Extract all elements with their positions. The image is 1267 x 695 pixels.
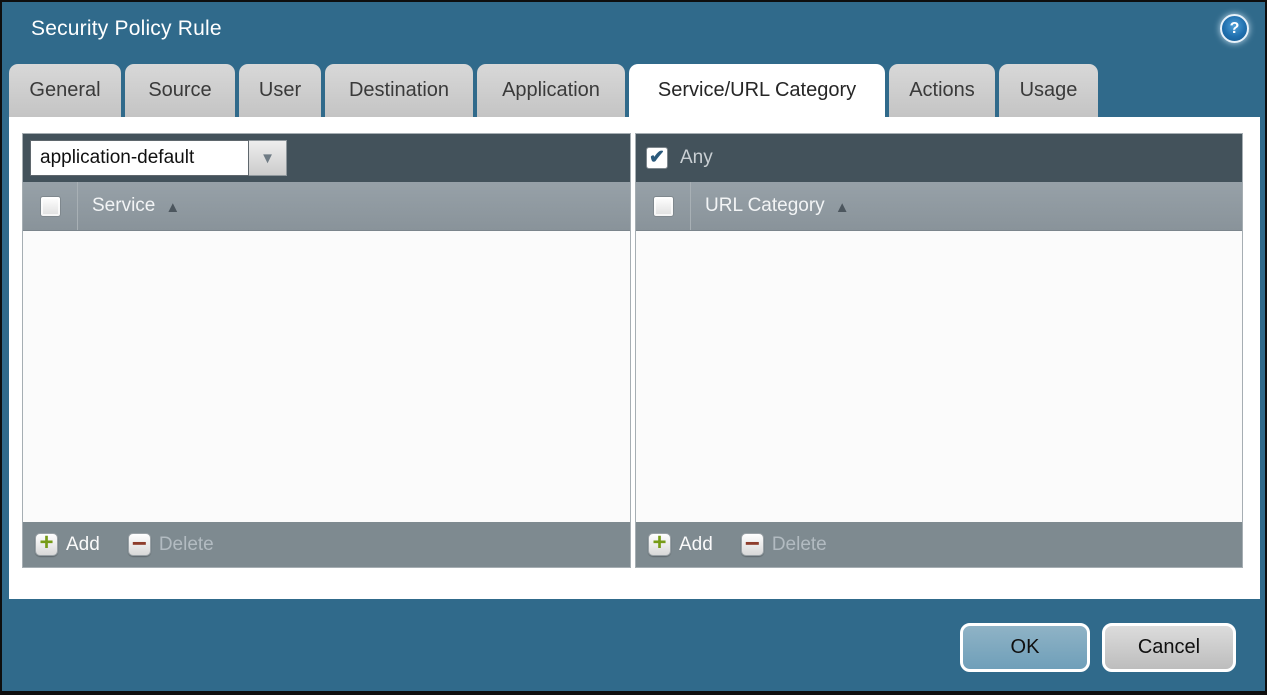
service-list-body[interactable]: [23, 231, 630, 522]
tab-usage[interactable]: Usage: [999, 64, 1098, 117]
url-category-delete-label: Delete: [772, 534, 827, 556]
sort-ascending-icon[interactable]: ▲: [835, 199, 850, 216]
any-checkbox[interactable]: ✔: [646, 147, 668, 169]
any-checkbox-label: Any: [680, 147, 713, 169]
tab-application[interactable]: Application: [477, 64, 625, 117]
question-mark-glyph: ?: [1230, 20, 1240, 38]
service-type-dropdown[interactable]: application-default ▼: [30, 140, 287, 176]
url-category-select-all-checkbox[interactable]: [653, 196, 674, 217]
checkmark-icon: ✔: [649, 148, 665, 167]
service-select-all-cell: [23, 182, 78, 230]
sort-ascending-icon[interactable]: ▲: [165, 199, 180, 216]
url-category-list-body[interactable]: [636, 231, 1242, 522]
url-category-add-button[interactable]: + Add: [648, 533, 713, 556]
delete-minus-icon: −: [741, 533, 764, 556]
service-type-dropdown-value[interactable]: application-default: [30, 140, 249, 176]
tab-user[interactable]: User: [239, 64, 321, 117]
url-category-select-all-cell: [636, 182, 691, 230]
url-category-delete-button[interactable]: − Delete: [741, 533, 827, 556]
url-category-column-label: URL Category: [705, 195, 825, 217]
url-category-add-label: Add: [679, 534, 713, 556]
tab-bar: General Source User Destination Applicat…: [9, 64, 1098, 117]
security-policy-rule-dialog: Security Policy Rule ? General Source Us…: [0, 0, 1267, 695]
add-plus-icon: +: [648, 533, 671, 556]
service-column-header: Service ▲: [23, 182, 630, 231]
url-category-column-header: URL Category ▲: [636, 182, 1242, 231]
tab-actions[interactable]: Actions: [889, 64, 995, 117]
url-category-panel: ✔ Any URL Category ▲ + Add: [635, 133, 1243, 568]
cancel-button[interactable]: Cancel: [1102, 623, 1236, 672]
tab-service-url-category[interactable]: Service/URL Category: [629, 64, 885, 117]
service-footer: + Add − Delete: [23, 522, 630, 567]
service-delete-button[interactable]: − Delete: [128, 533, 214, 556]
delete-minus-icon: −: [128, 533, 151, 556]
url-category-toolbar: ✔ Any: [636, 134, 1242, 182]
service-add-label: Add: [66, 534, 100, 556]
service-type-dropdown-button[interactable]: ▼: [249, 140, 287, 176]
tab-source[interactable]: Source: [125, 64, 235, 117]
service-select-all-checkbox[interactable]: [40, 196, 61, 217]
service-url-category-tab-content: application-default ▼ Service ▲ +: [9, 117, 1260, 599]
service-column-label: Service: [92, 195, 155, 217]
help-icon[interactable]: ?: [1220, 14, 1249, 43]
service-toolbar: application-default ▼: [23, 134, 630, 182]
tab-destination[interactable]: Destination: [325, 64, 473, 117]
service-panel: application-default ▼ Service ▲ +: [22, 133, 631, 568]
add-plus-icon: +: [35, 533, 58, 556]
ok-button[interactable]: OK: [960, 623, 1090, 672]
tab-general[interactable]: General: [9, 64, 121, 117]
service-delete-label: Delete: [159, 534, 214, 556]
chevron-down-icon: ▼: [260, 150, 275, 167]
dialog-title: Security Policy Rule: [31, 17, 222, 41]
service-add-button[interactable]: + Add: [35, 533, 100, 556]
url-category-footer: + Add − Delete: [636, 522, 1242, 567]
